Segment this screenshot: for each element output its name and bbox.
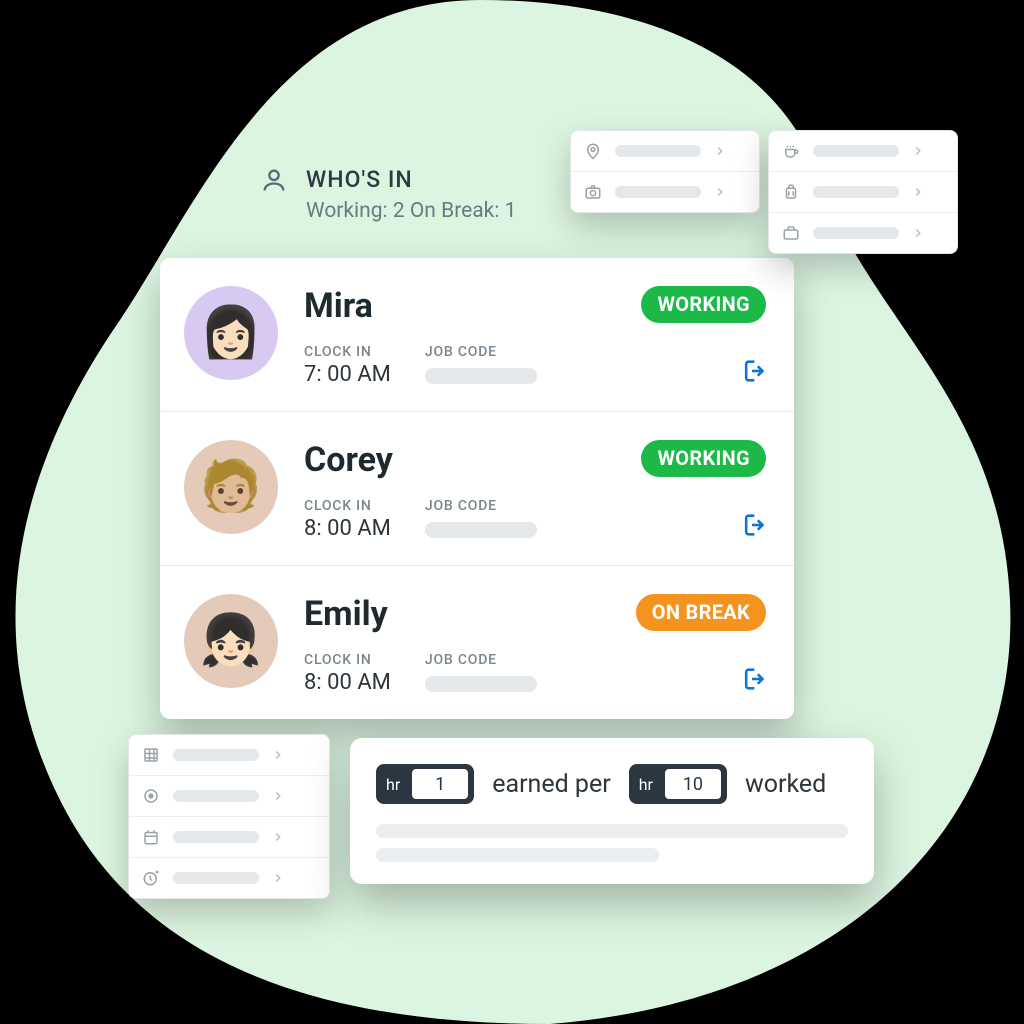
text-placeholder <box>813 186 899 198</box>
text-placeholder <box>615 145 701 157</box>
status-badge: WORKING <box>641 286 766 323</box>
accrual-rule-card: hr 1 earned per hr 10 worked <box>350 738 874 884</box>
popover-item-briefcase[interactable] <box>769 213 957 253</box>
chevron-right-icon <box>271 830 285 844</box>
chevron-right-icon <box>713 185 727 199</box>
avatar: 👩🏻 <box>184 286 278 380</box>
header-counts: Working: 2 On Break: 1 <box>306 199 516 223</box>
text-placeholder <box>173 749 259 761</box>
job-code-label: JOB CODE <box>425 344 537 360</box>
chevron-right-icon <box>911 185 925 199</box>
header-title: WHO'S IN <box>306 166 516 193</box>
avatar: 🧑🏼 <box>184 440 278 534</box>
job-code-placeholder <box>425 676 537 692</box>
earned-label: earned per <box>492 770 610 799</box>
worked-stepper[interactable]: hr 10 <box>629 764 727 804</box>
grid-icon <box>141 745 161 765</box>
add-time-icon <box>141 868 161 888</box>
popover-item-coffee[interactable] <box>769 131 957 172</box>
popover-item-luggage[interactable] <box>769 172 957 213</box>
text-placeholder <box>813 227 899 239</box>
popover-break-types <box>768 130 958 254</box>
worked-value[interactable]: 10 <box>663 767 723 801</box>
briefcase-icon <box>781 223 801 243</box>
popover-schedule <box>128 734 330 899</box>
calendar-icon <box>141 827 161 847</box>
chevron-right-icon <box>271 789 285 803</box>
earned-value[interactable]: 1 <box>410 767 470 801</box>
whos-in-header: WHO'S IN Working: 2 On Break: 1 <box>260 166 516 223</box>
chevron-right-icon <box>911 144 925 158</box>
earned-stepper[interactable]: hr 1 <box>376 764 474 804</box>
text-placeholder <box>173 790 259 802</box>
text-placeholder <box>173 872 259 884</box>
coffee-icon <box>781 141 801 161</box>
clock-in-label: CLOCK IN <box>304 344 391 360</box>
status-badge: ON BREAK <box>636 594 766 631</box>
text-placeholder <box>376 848 659 862</box>
employee-row[interactable]: 👧🏻EmilyCLOCK IN8: 00 AMJOB CODEON BREAK <box>160 566 794 719</box>
chevron-right-icon <box>271 748 285 762</box>
logout-icon[interactable] <box>738 665 766 693</box>
clock-in-label: CLOCK IN <box>304 652 391 668</box>
clock-in-value: 8: 00 AM <box>304 516 391 541</box>
logout-icon[interactable] <box>738 357 766 385</box>
clock-in-value: 8: 00 AM <box>304 670 391 695</box>
logout-icon[interactable] <box>738 511 766 539</box>
job-code-placeholder <box>425 522 537 538</box>
employee-row[interactable]: 🧑🏼CoreyCLOCK IN8: 00 AMJOB CODEWORKING <box>160 412 794 566</box>
chevron-right-icon <box>911 226 925 240</box>
camera-icon <box>583 182 603 202</box>
job-code-label: JOB CODE <box>425 498 537 514</box>
popover-item-add-time[interactable] <box>129 858 329 898</box>
popover-item-camera[interactable] <box>571 172 759 212</box>
popover-item-location[interactable] <box>571 131 759 172</box>
luggage-icon <box>781 182 801 202</box>
chevron-right-icon <box>271 871 285 885</box>
job-code-label: JOB CODE <box>425 652 537 668</box>
popover-item-calendar[interactable] <box>129 817 329 858</box>
employee-row[interactable]: 👩🏻MiraCLOCK IN7: 00 AMJOB CODEWORKING <box>160 258 794 412</box>
job-code-placeholder <box>425 368 537 384</box>
status-badge: WORKING <box>641 440 766 477</box>
person-icon <box>260 166 288 194</box>
text-placeholder <box>173 831 259 843</box>
worked-label: worked <box>745 770 826 799</box>
popover-location <box>570 130 760 213</box>
text-placeholder <box>615 186 701 198</box>
popover-item-target[interactable] <box>129 776 329 817</box>
target-icon <box>141 786 161 806</box>
text-placeholder <box>376 824 848 838</box>
employee-list-card: 👩🏻MiraCLOCK IN7: 00 AMJOB CODEWORKING🧑🏼C… <box>160 258 794 719</box>
location-icon <box>583 141 603 161</box>
chevron-right-icon <box>713 144 727 158</box>
clock-in-label: CLOCK IN <box>304 498 391 514</box>
text-placeholder <box>813 145 899 157</box>
clock-in-value: 7: 00 AM <box>304 362 391 387</box>
popover-item-grid[interactable] <box>129 735 329 776</box>
avatar: 👧🏻 <box>184 594 278 688</box>
